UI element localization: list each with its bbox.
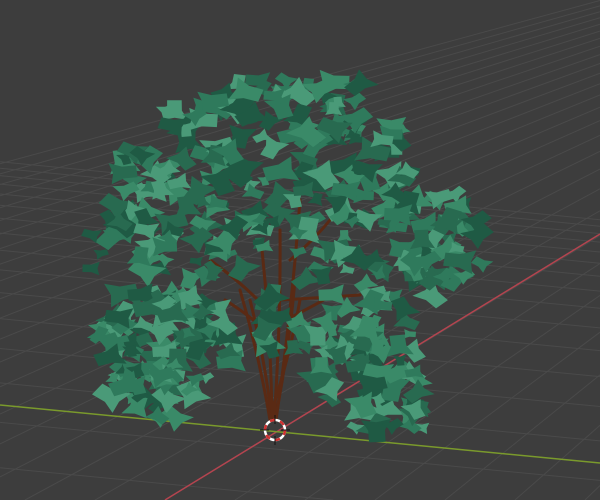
leaf-cluster bbox=[189, 256, 203, 267]
leaf-cluster bbox=[403, 329, 416, 339]
grid-line bbox=[0, 382, 600, 442]
3d-cursor-icon[interactable] bbox=[260, 415, 290, 445]
leaf-cluster bbox=[339, 263, 355, 274]
3d-viewport[interactable] bbox=[0, 0, 600, 500]
leaf-cluster bbox=[262, 156, 300, 182]
grid-line bbox=[584, 485, 600, 500]
leaf-cluster bbox=[155, 103, 174, 120]
viewport-scene[interactable] bbox=[0, 0, 600, 500]
y-axis-line bbox=[0, 404, 600, 464]
grid-line bbox=[0, 348, 600, 407]
leaf-cluster bbox=[82, 261, 100, 276]
leaf-cluster bbox=[93, 249, 109, 260]
grid-line bbox=[0, 467, 334, 500]
